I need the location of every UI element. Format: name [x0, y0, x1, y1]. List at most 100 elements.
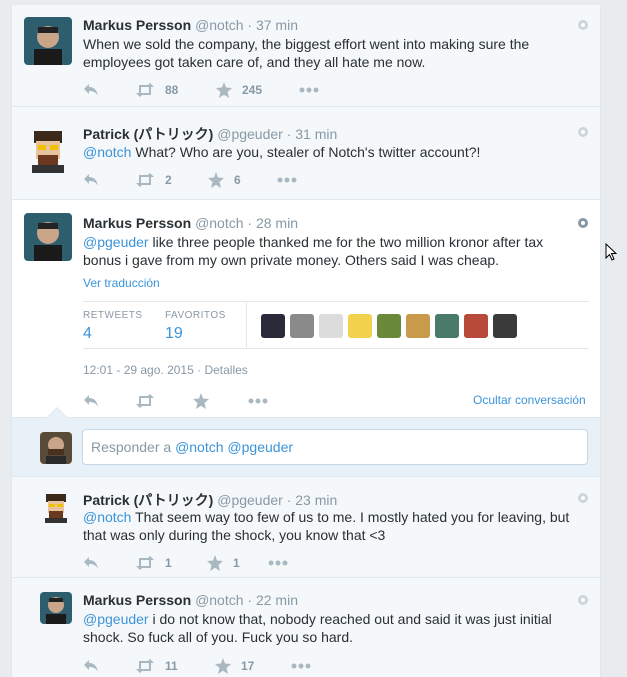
reply-mention: @pgeuder	[227, 439, 294, 455]
retweet-icon	[136, 83, 154, 97]
timestamp[interactable]: · 28 min	[247, 215, 298, 231]
fullname[interactable]: Markus Persson	[83, 215, 191, 231]
tweet-2[interactable]: Patrick (パトリック) @pgeuder · 31 min @notch…	[12, 107, 600, 200]
retweet-button[interactable]: 2	[135, 172, 172, 188]
globe-icon[interactable]	[578, 218, 588, 228]
timestamp[interactable]: · 23 min	[287, 492, 338, 508]
timestamp[interactable]: · 37 min	[247, 17, 298, 33]
tweet-date: 12:01 - 29 ago. 2015 · Detalles	[83, 363, 248, 377]
avatar-patrick[interactable]	[24, 125, 72, 173]
retweet-button[interactable]: 88	[135, 82, 178, 98]
stats-divider	[246, 302, 247, 348]
translate-link[interactable]: Ver traducción	[83, 276, 160, 290]
mention-link[interactable]: @pgeuder	[83, 234, 149, 250]
fullname[interactable]: Patrick (パトリック)	[83, 492, 213, 508]
reply-mention: @notch	[175, 439, 224, 455]
dropdown-icon[interactable]	[578, 20, 588, 30]
retweet-icon	[136, 556, 154, 570]
favoriter-avatar[interactable]	[319, 314, 343, 338]
tweet-4[interactable]: Patrick (パトリック) @pgeuder · 23 min @notch…	[12, 477, 600, 578]
star-icon[interactable]	[193, 393, 209, 409]
username[interactable]: @notch	[195, 17, 243, 33]
dropdown-icon[interactable]	[578, 127, 588, 137]
reply-icon[interactable]	[83, 393, 99, 409]
avatar-markus[interactable]	[40, 592, 72, 624]
more-icon[interactable]	[277, 172, 297, 188]
favoriter-avatar[interactable]	[464, 314, 488, 338]
more-icon[interactable]	[248, 393, 268, 409]
details-link[interactable]: Detalles	[204, 363, 247, 377]
tweet-text-line: like three people thanked me for the two…	[148, 234, 544, 250]
tweet-1[interactable]: Markus Persson @notch · 37 min When we s…	[12, 5, 600, 107]
favoriters-avatars	[261, 314, 517, 338]
fullname[interactable]: Patrick (パトリック)	[83, 126, 213, 142]
reply-input[interactable]: Responder a @notch @pgeuder	[82, 429, 588, 465]
star-icon	[207, 555, 223, 571]
mention-link[interactable]: @notch	[83, 509, 131, 525]
avatar-current-user[interactable]	[40, 432, 72, 464]
conversation-stream: Markus Persson @notch · 37 min When we s…	[11, 5, 601, 677]
retweets-label: RETWEETS	[83, 310, 143, 321]
username[interactable]: @notch	[195, 215, 243, 231]
favorites-stat[interactable]: FAVORITOS 19	[165, 310, 226, 343]
favorite-button[interactable]: 6	[208, 172, 241, 188]
favoriter-avatar[interactable]	[435, 314, 459, 338]
hide-conversation-link[interactable]: Ocultar conversación	[473, 393, 586, 407]
favorite-button[interactable]: 245	[216, 82, 262, 98]
retweet-icon	[136, 659, 154, 673]
mouse-cursor-icon	[605, 242, 618, 264]
favoriter-avatar[interactable]	[406, 314, 430, 338]
retweet-count: 11	[165, 659, 178, 673]
dropdown-icon[interactable]	[578, 493, 588, 503]
favoriter-avatar[interactable]	[493, 314, 517, 338]
more-icon[interactable]	[291, 658, 311, 674]
tweet-text: When we sold the company, the biggest ef…	[83, 35, 583, 71]
tweet-3-expanded[interactable]: Markus Persson @notch · 28 min @pgeuder …	[12, 200, 600, 418]
username[interactable]: @pgeuder	[217, 126, 283, 142]
tweet-text-line: That seem way too few of us to me. I mos…	[131, 509, 570, 525]
tweet-text-line: When we sold the company, the biggest ef…	[83, 36, 530, 52]
favorite-button[interactable]: 17	[215, 658, 254, 674]
retweet-count: 1	[165, 556, 172, 570]
username[interactable]: @pgeuder	[217, 492, 283, 508]
more-icon[interactable]	[299, 82, 319, 98]
favorite-count: 6	[234, 173, 241, 187]
more-icon[interactable]	[268, 555, 288, 571]
fullname[interactable]: Markus Persson	[83, 592, 191, 608]
reply-box: Responder a @notch @pgeuder	[12, 407, 600, 477]
fullname[interactable]: Markus Persson	[83, 17, 191, 33]
reply-icon[interactable]	[83, 555, 99, 571]
dropdown-icon[interactable]	[578, 595, 588, 605]
date-text[interactable]: 12:01 - 29 ago. 2015	[83, 363, 194, 377]
favoriter-avatar[interactable]	[290, 314, 314, 338]
reply-icon[interactable]	[83, 82, 99, 98]
reply-icon[interactable]	[83, 172, 99, 188]
favorites-label: FAVORITOS	[165, 310, 226, 321]
timestamp[interactable]: · 22 min	[247, 592, 298, 608]
mention-link[interactable]: @pgeuder	[83, 611, 149, 627]
star-icon	[208, 172, 224, 188]
avatar-markus[interactable]	[24, 213, 72, 261]
avatar-markus[interactable]	[24, 17, 72, 65]
tweet-header: Patrick (パトリック) @pgeuder · 23 min	[83, 490, 337, 510]
username[interactable]: @notch	[195, 592, 243, 608]
reply-icon[interactable]	[83, 658, 99, 674]
favorite-button[interactable]: 1	[207, 555, 240, 571]
tweet-header: Markus Persson @notch · 37 min	[83, 17, 298, 33]
mention-link[interactable]: @notch	[83, 144, 131, 160]
timestamp[interactable]: · 31 min	[287, 126, 338, 142]
retweet-button[interactable]: 1	[135, 555, 172, 571]
avatar-patrick[interactable]	[40, 491, 72, 523]
tweet-5[interactable]: Markus Persson @notch · 22 min @pgeuder …	[12, 578, 600, 677]
favoriter-avatar[interactable]	[348, 314, 372, 338]
tweet-header: Patrick (パトリック) @pgeuder · 31 min	[83, 124, 337, 144]
tweet-text: @notch What? Who are you, stealer of Not…	[83, 143, 583, 161]
tweet-text-body: What? Who are you, stealer of Notch's tw…	[131, 144, 481, 160]
retweets-value: 4	[83, 325, 92, 342]
favorite-count: 1	[233, 556, 240, 570]
favoriter-avatar[interactable]	[261, 314, 285, 338]
retweet-button[interactable]: 11	[135, 658, 178, 674]
retweet-icon[interactable]	[135, 393, 155, 409]
retweets-stat[interactable]: RETWEETS 4	[83, 310, 143, 343]
favoriter-avatar[interactable]	[377, 314, 401, 338]
